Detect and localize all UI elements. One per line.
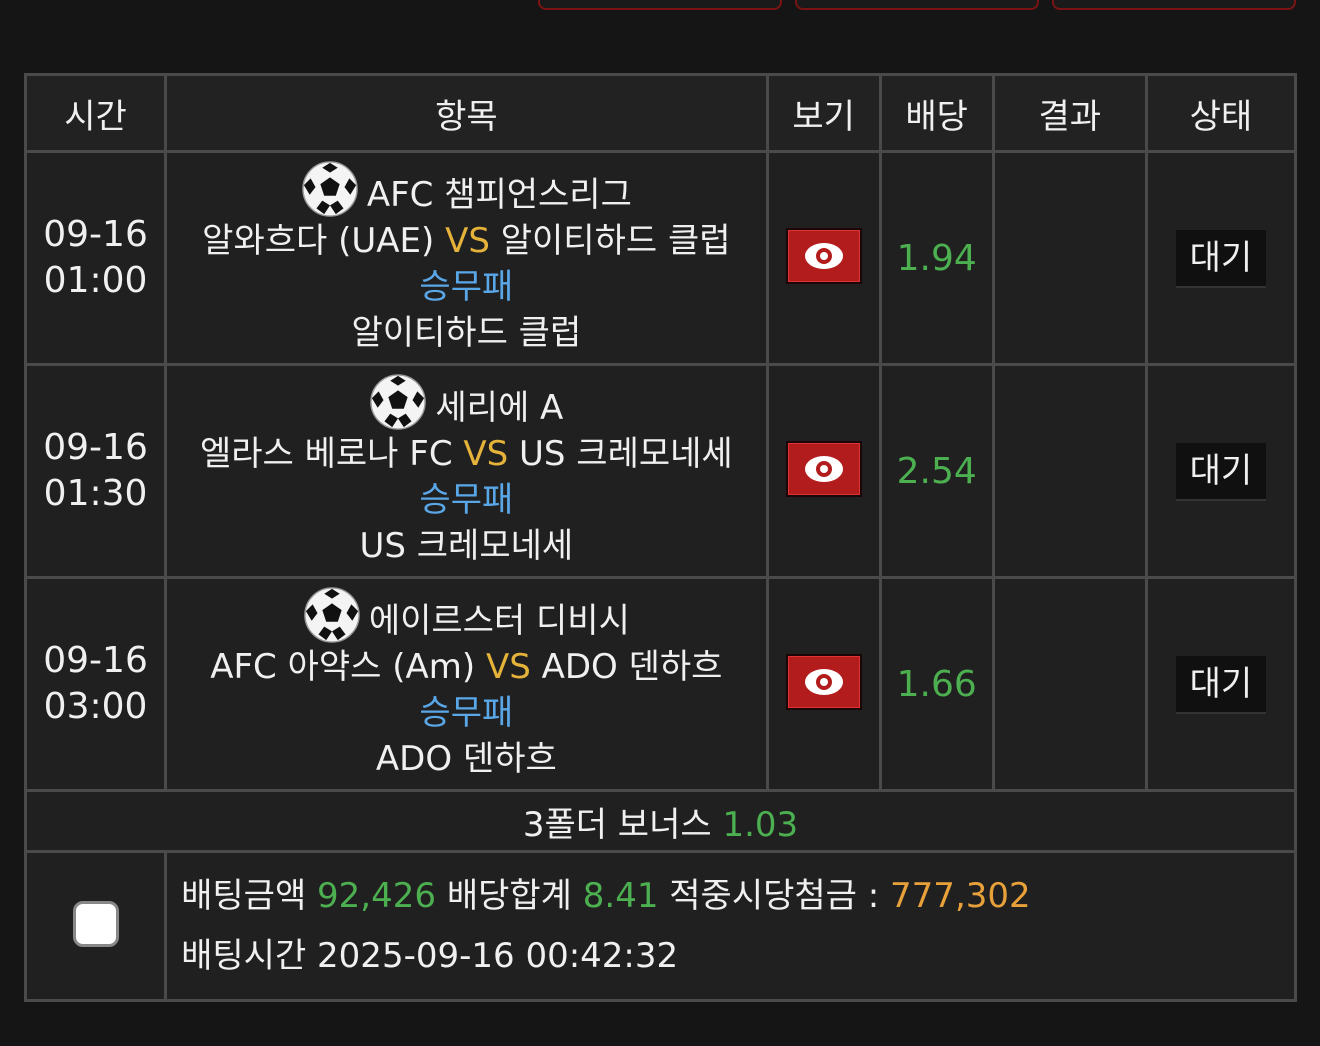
status-badge: 대기 <box>1175 656 1267 712</box>
league-line: 에이르스터 디비시 <box>167 586 765 644</box>
league-line: 세리에 A <box>167 373 765 431</box>
teams-line: 엘라스 베로나 FC VS US 크레모네세 <box>167 431 765 477</box>
payout-label: 적중시당첨금 : <box>669 876 880 916</box>
status-cell: 대기 <box>1144 576 1298 792</box>
teams-line: 알와흐다 (UAE) VS 알이티하드 클럽 <box>167 218 765 264</box>
view-button[interactable] <box>785 654 862 710</box>
select-cell <box>23 850 168 1002</box>
home-team: 엘라스 베로나 FC <box>199 434 453 474</box>
top-tab-3[interactable] <box>1052 0 1296 10</box>
bet-time-label: 배팅시간 <box>181 936 307 976</box>
match-time: 01:30 <box>43 473 148 514</box>
match-time-cell: 09-16 01:00 <box>23 150 168 366</box>
vs-label: VS <box>445 221 490 261</box>
match-item-cell: 에이르스터 디비시 AFC 아약스 (Am) VS ADO 덴하흐 승무패 AD… <box>164 576 769 792</box>
header-odds: 배당 <box>878 73 995 153</box>
bet-pick: US 크레모네세 <box>359 526 574 566</box>
match-item-cell: 세리에 A 엘라스 베로나 FC VS US 크레모네세 승무패 US 크레모네… <box>164 363 769 579</box>
eye-icon <box>804 669 843 695</box>
top-tabs <box>0 0 1320 10</box>
view-button[interactable] <box>785 228 862 284</box>
status-badge: 대기 <box>1175 230 1267 286</box>
bonus-cell: 3폴더 보너스 1.03 <box>24 789 1297 853</box>
summary-cell: 배팅금액 92,426 배당합계 8.41 적중시당첨금 : 777,302 배… <box>164 850 1297 1002</box>
bet-pick: 알이티하드 클럽 <box>351 313 582 353</box>
home-team: AFC 아약스 (Am) <box>210 647 476 687</box>
league-name: AFC 챔피언스리그 <box>366 175 632 215</box>
top-tab-1[interactable] <box>538 0 782 10</box>
status-badge: 대기 <box>1175 443 1267 499</box>
vs-label: VS <box>463 434 509 474</box>
payout-value: 777,302 <box>890 876 1031 916</box>
bet-time-value: 2025-09-16 00:42:32 <box>317 936 679 976</box>
away-team: ADO 덴하흐 <box>541 647 723 687</box>
eye-icon <box>804 456 843 482</box>
match-time-cell: 09-16 01:30 <box>23 363 168 579</box>
result-value <box>991 150 1148 366</box>
header-result: 결과 <box>991 73 1148 153</box>
status-cell: 대기 <box>1144 363 1298 579</box>
match-item-cell: AFC 챔피언스리그 알와흐다 (UAE) VS 알이티하드 클럽 승무패 알이… <box>164 150 769 366</box>
odds-value: 2.54 <box>878 363 995 579</box>
summary-row: 배팅금액 92,426 배당합계 8.41 적중시당첨금 : 777,302 배… <box>23 850 1297 1002</box>
eye-icon <box>804 243 843 269</box>
league-name: 세리에 A <box>435 388 564 428</box>
bonus-value: 1.03 <box>722 804 799 845</box>
odds-total-value: 8.41 <box>582 876 659 916</box>
vs-label: VS <box>485 647 531 687</box>
header-item: 항목 <box>164 73 769 153</box>
teams-line: AFC 아약스 (Am) VS ADO 덴하흐 <box>167 644 765 690</box>
away-team: 알이티하드 클럽 <box>500 221 731 261</box>
summary-line-time: 배팅시간 2025-09-16 00:42:32 <box>181 926 1294 986</box>
header-status: 상태 <box>1144 73 1298 153</box>
view-cell <box>765 576 882 792</box>
match-time-cell: 09-16 03:00 <box>23 576 168 792</box>
match-time: 03:00 <box>43 686 148 727</box>
table-header: 시간 항목 보기 배당 결과 상태 <box>23 73 1298 153</box>
top-tab-2[interactable] <box>795 0 1039 10</box>
select-checkbox[interactable] <box>72 901 119 947</box>
soccer-ball-icon <box>370 374 427 430</box>
view-button[interactable] <box>785 441 862 497</box>
match-row: 09-16 01:00 AFC 챔피언스리그 알와흐다 (UAE) VS 알이티… <box>23 150 1298 366</box>
match-row: 09-16 03:00 에이르스터 디비시 AFC 아약스 (Am) VS AD… <box>23 576 1298 792</box>
header-time: 시간 <box>23 73 168 153</box>
view-cell <box>765 150 882 366</box>
summary-line-amounts: 배팅금액 92,426 배당합계 8.41 적중시당첨금 : 777,302 <box>181 866 1294 926</box>
match-time: 01:00 <box>43 260 148 301</box>
result-value <box>991 576 1148 792</box>
odds-value: 1.94 <box>878 150 995 366</box>
odds-value: 1.66 <box>878 576 995 792</box>
bonus-row: 3폴더 보너스 1.03 <box>24 789 1297 853</box>
match-date: 09-16 <box>43 640 148 681</box>
view-cell <box>765 363 882 579</box>
bet-slip-table: 시간 항목 보기 배당 결과 상태 09-16 01:00 AFC 챔피언스리그… <box>23 73 1298 1002</box>
bonus-label: 3폴더 보너스 <box>522 804 712 845</box>
header-view: 보기 <box>765 73 882 153</box>
result-value <box>991 363 1148 579</box>
amount-label: 배팅금액 <box>181 876 307 916</box>
amount-value: 92,426 <box>317 876 437 916</box>
match-date: 09-16 <box>43 427 148 468</box>
match-row: 09-16 01:30 세리에 A 엘라스 베로나 FC VS US 크레모네세… <box>23 363 1298 579</box>
bet-type: 승무패 <box>419 267 514 307</box>
odds-total-label: 배당합계 <box>446 876 572 916</box>
away-team: US 크레모네세 <box>519 434 733 474</box>
match-date: 09-16 <box>43 214 148 255</box>
soccer-ball-icon <box>302 161 358 217</box>
home-team: 알와흐다 (UAE) <box>202 221 435 261</box>
bet-type: 승무패 <box>419 480 514 520</box>
status-cell: 대기 <box>1144 150 1298 366</box>
bet-pick: ADO 덴하흐 <box>375 739 557 779</box>
bet-type: 승무패 <box>419 693 514 733</box>
league-line: AFC 챔피언스리그 <box>167 160 765 218</box>
soccer-ball-icon <box>304 587 360 643</box>
league-name: 에이르스터 디비시 <box>368 601 630 641</box>
